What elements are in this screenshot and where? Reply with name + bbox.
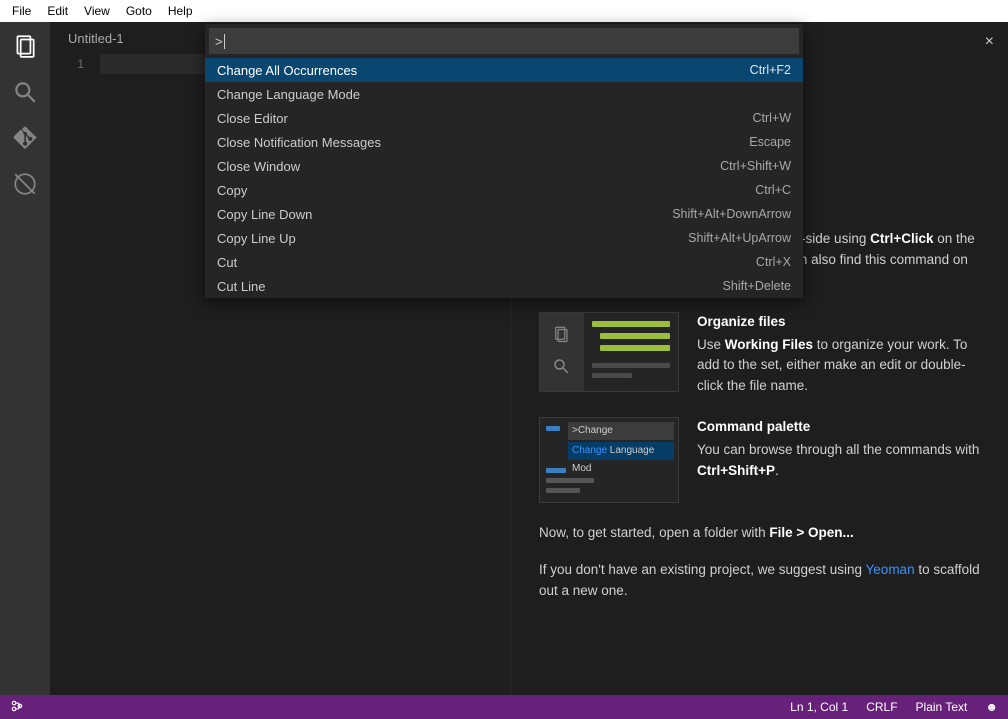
command-palette-item[interactable]: CopyCtrl+C	[205, 178, 803, 202]
status-feedback-icon[interactable]: ☻	[985, 700, 998, 714]
command-palette-item[interactable]: Change Language Mode	[205, 82, 803, 106]
welcome-get-started-1: Now, to get started, open a folder with …	[539, 523, 988, 544]
feature-title: Command palette	[697, 417, 988, 438]
command-palette-item[interactable]: Change All OccurrencesCtrl+F2	[205, 58, 803, 82]
search-icon[interactable]	[11, 78, 39, 106]
explorer-icon[interactable]	[11, 32, 39, 60]
yeoman-link[interactable]: Yeoman	[866, 562, 915, 577]
command-palette-item[interactable]: Copy Line DownShift+Alt+DownArrow	[205, 202, 803, 226]
line-number: 1	[50, 54, 100, 74]
debug-icon[interactable]	[11, 170, 39, 198]
thumb-command-palette: >Change Change Language Mod	[539, 417, 679, 503]
status-bar: Ln 1, Col 1 CRLF Plain Text ☻	[0, 695, 1008, 719]
close-icon[interactable]: ×	[985, 30, 994, 55]
activity-bar	[0, 22, 50, 695]
command-palette-item[interactable]: Copy Line UpShift+Alt+UpArrow	[205, 226, 803, 250]
thumb-organize	[539, 312, 679, 392]
editor-tab[interactable]: Untitled-1	[68, 31, 124, 46]
command-palette-item[interactable]: Close WindowCtrl+Shift+W	[205, 154, 803, 178]
command-palette-item[interactable]: Cut LineShift+Delete	[205, 274, 803, 298]
command-palette-item[interactable]: CutCtrl+X	[205, 250, 803, 274]
command-palette-item[interactable]: Close Notification MessagesEscape	[205, 130, 803, 154]
menu-file[interactable]: File	[4, 2, 39, 20]
status-ln-col[interactable]: Ln 1, Col 1	[790, 700, 848, 714]
menu-help[interactable]: Help	[160, 2, 201, 20]
welcome-get-started-2: If you don't have an existing project, w…	[539, 560, 988, 602]
menu-edit[interactable]: Edit	[39, 2, 76, 20]
git-icon[interactable]	[11, 124, 39, 152]
command-palette-item[interactable]: Close EditorCtrl+W	[205, 106, 803, 130]
feature-body: You can browse through all the commands …	[697, 440, 988, 482]
status-left-icon[interactable]	[10, 699, 24, 716]
status-eol[interactable]: CRLF	[866, 700, 897, 714]
command-palette-input[interactable]: >	[209, 28, 799, 54]
menu-goto[interactable]: Goto	[118, 2, 160, 20]
menu-view[interactable]: View	[76, 2, 118, 20]
feature-title: Organize files	[697, 312, 988, 333]
command-palette: > Change All OccurrencesCtrl+F2Change La…	[205, 24, 803, 298]
menubar: File Edit View Goto Help	[0, 0, 1008, 22]
feature-body: Use Working Files to organize your work.…	[697, 335, 988, 398]
status-language[interactable]: Plain Text	[916, 700, 968, 714]
